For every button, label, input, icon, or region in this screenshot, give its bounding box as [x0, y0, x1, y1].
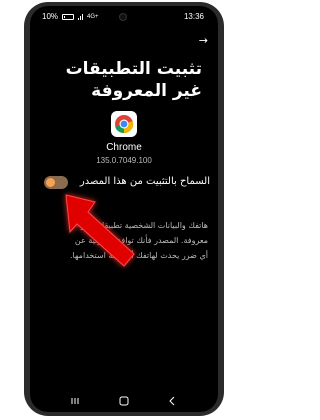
home-button[interactable]: [119, 396, 129, 406]
app-name: Chrome: [106, 142, 142, 153]
status-time: 13:36: [183, 12, 204, 21]
network-type: 4G+: [87, 13, 99, 20]
navigation-bar: [30, 394, 218, 408]
arrow-right-icon: →: [198, 34, 208, 47]
chrome-icon: [111, 111, 137, 137]
allow-install-setting[interactable]: السماح بالتثبيت من هذا المصدر: [40, 172, 210, 192]
status-bar: 10% 4G+ 13:36: [30, 6, 218, 26]
toggle-knob: [46, 178, 55, 187]
page-title: تثبيت التطبيقات غير المعروفة: [65, 59, 202, 101]
warning-text: هاتفك والبيانات الشخصية تطبيقات غير معرو…: [70, 221, 208, 260]
app-version: 135.0.7049.100: [96, 156, 152, 165]
back-nav-button[interactable]: [168, 396, 178, 406]
phone-screen: 10% 4G+ 13:36 → تثبيت التطبيقات غير المع…: [30, 6, 218, 412]
front-camera: [119, 13, 127, 21]
signal-icon: [78, 13, 84, 20]
battery-icon: [62, 13, 75, 20]
allow-install-toggle[interactable]: [44, 176, 68, 189]
status-indicators: 10% 4G+: [42, 12, 99, 21]
battery-percent: 10%: [42, 12, 59, 21]
recents-button[interactable]: [70, 396, 80, 406]
allow-install-label: السماح بالتثبيت من هذا المصدر: [79, 176, 210, 187]
back-button[interactable]: →: [199, 34, 208, 47]
